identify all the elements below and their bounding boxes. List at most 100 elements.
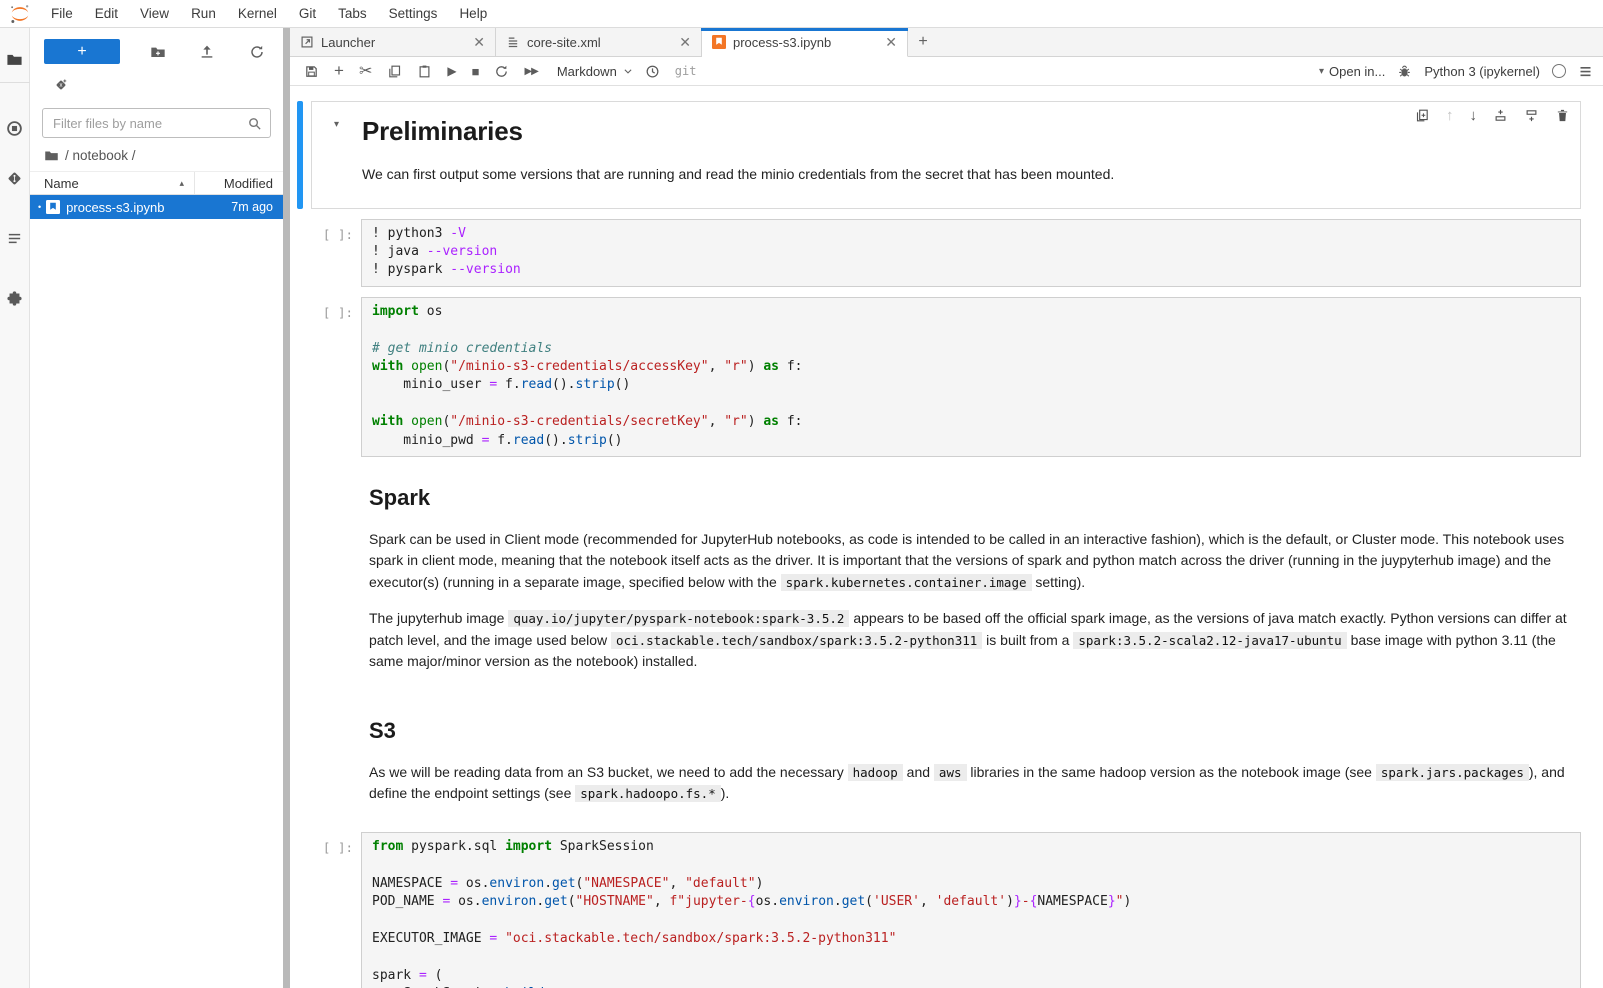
menu-run[interactable]: Run [180,6,227,21]
breadcrumb-path: / notebook / [65,148,136,163]
git-status-label: git [675,64,697,78]
save-icon[interactable] [304,64,319,79]
sort-caret-icon: ▴ [179,178,184,189]
text-file-icon [506,35,520,49]
menu-edit[interactable]: Edit [84,6,129,21]
menu-file[interactable]: File [40,6,84,21]
chevron-down-icon [623,66,633,76]
filter-files-input[interactable] [53,116,247,131]
code-editor[interactable]: ! python3 -V! java --version! pyspark --… [361,219,1581,287]
cut-cells-icon[interactable]: ✂ [359,61,372,81]
panel-resize-handle[interactable] [283,28,290,988]
code-editor[interactable]: import os # get minio credentialswith op… [361,297,1581,457]
extensions-icon[interactable] [0,281,30,315]
heading-s3: S3 [369,718,1571,744]
file-browser-icon[interactable] [0,42,30,76]
tab-core-site-xml[interactable]: core-site.xml ✕ [496,28,702,56]
restart-run-all-icon[interactable]: ▶▶ [524,66,537,77]
kernel-name-label[interactable]: Python 3 (ipykernel) [1424,64,1540,79]
open-file-dot: • [38,202,41,212]
menu-view[interactable]: View [129,6,180,21]
insert-cell-below-icon[interactable] [1524,108,1539,123]
markdown-cell-preliminaries: ▾ Preliminaries We can first output some… [290,101,1603,209]
execution-prompt: [ ]: [303,297,361,457]
file-row-process-s3[interactable]: • process-s3.ipynb 7m ago [30,195,283,219]
dock-tab-bar: Launcher ✕ core-site.xml ✕ process-s3.ip… [290,28,1603,57]
new-folder-icon[interactable] [146,40,170,64]
close-tab-icon[interactable]: ✕ [675,34,695,51]
code-cell-minio-credentials: [ ]: import os # get minio credentialswi… [290,297,1603,457]
toc-icon[interactable] [0,221,30,255]
cell-toolbar: ↑ ↓ [1415,107,1570,124]
menu-tabs[interactable]: Tabs [327,6,378,21]
close-tab-icon[interactable]: ✕ [469,34,489,51]
upload-icon[interactable] [195,40,219,64]
open-in-dropdown[interactable]: ▾ Open in... [1319,64,1385,79]
heading-preliminaries: Preliminaries [362,116,1568,147]
menu-settings[interactable]: Settings [378,6,449,21]
activity-separator [0,82,30,83]
file-name: process-s3.ipynb [66,200,231,215]
cell-collapser[interactable] [297,101,303,209]
sidebar-toggle-icon[interactable] [1578,64,1593,79]
insert-cell-above-icon[interactable] [1493,108,1508,123]
menu-bar: File Edit View Run Kernel Git Tabs Setti… [0,0,1603,28]
search-icon[interactable] [247,116,262,131]
jupyter-logo-icon [9,3,31,25]
markdown-paragraph: As we will be reading data from an S3 bu… [369,762,1571,805]
running-kernels-icon[interactable] [0,111,30,145]
duplicate-cell-icon[interactable] [1415,108,1430,123]
tab-process-s3-ipynb[interactable]: process-s3.ipynb ✕ [702,28,908,57]
execution-prompt: [ ]: [303,832,361,988]
tab-launcher[interactable]: Launcher ✕ [290,28,496,56]
markdown-cell-box[interactable]: ▾ Preliminaries We can first output some… [311,101,1581,209]
menu-help[interactable]: Help [448,6,498,21]
folder-icon [44,148,59,163]
markdown-rendered[interactable]: S3 As we will be reading data from an S3… [361,700,1581,822]
cell-type-dropdown[interactable]: Markdown [557,64,633,79]
launcher-icon [300,35,314,49]
column-header-name[interactable]: Name ▴ [30,172,195,194]
restart-kernel-icon[interactable] [494,64,509,79]
file-modified: 7m ago [231,200,273,214]
notebook-file-icon [46,200,60,214]
filter-files-box [42,108,271,138]
insert-cell-icon[interactable]: + [334,61,344,81]
markdown-cell-s3: S3 As we will be reading data from an S3… [290,700,1603,822]
caret-down-icon: ▾ [1319,66,1324,77]
copy-cells-icon[interactable] [387,64,402,79]
code-cell-versions: [ ]: ! python3 -V! java --version! pyspa… [290,219,1603,287]
markdown-rendered[interactable]: Spark Spark can be used in Client mode (… [361,467,1581,690]
code-cell-spark-session: [ ]: from pyspark.sql import SparkSessio… [290,832,1603,988]
file-browser-panel: + / notebook / Name ▴ [30,28,283,988]
heading-collapse-icon[interactable]: ▾ [312,102,360,208]
new-tab-button[interactable]: + [908,28,938,56]
interrupt-kernel-icon[interactable]: ■ [472,64,480,79]
move-cell-down-icon[interactable]: ↓ [1470,107,1478,124]
column-header-modified[interactable]: Modified [195,176,283,191]
git-clone-icon[interactable] [30,66,283,100]
code-editor[interactable]: from pyspark.sql import SparkSession NAM… [361,832,1581,988]
move-cell-up-icon[interactable]: ↑ [1446,107,1454,124]
menu-kernel[interactable]: Kernel [227,6,288,21]
kernel-status-icon [1552,64,1566,78]
activity-bar [0,28,30,988]
file-list-header: Name ▴ Modified [30,171,283,195]
git-icon[interactable] [0,161,30,195]
debugger-bug-icon[interactable] [1397,64,1412,79]
breadcrumb[interactable]: / notebook / [30,138,283,171]
menu-git[interactable]: Git [288,6,327,21]
markdown-cell-spark: Spark Spark can be used in Client mode (… [290,467,1603,690]
new-launcher-button[interactable]: + [44,39,120,64]
delete-cell-icon[interactable] [1555,108,1570,123]
execution-prompt: [ ]: [303,219,361,287]
close-tab-icon[interactable]: ✕ [881,34,901,51]
markdown-paragraph: Spark can be used in Client mode (recomm… [369,529,1571,594]
notebook-scroll-area[interactable]: ▾ Preliminaries We can first output some… [290,86,1603,988]
refresh-icon[interactable] [245,40,269,64]
run-cell-icon[interactable]: ▶ [447,64,456,78]
history-clock-icon[interactable] [645,64,660,79]
heading-spark: Spark [369,485,1571,511]
markdown-paragraph: The jupyterhub image quay.io/jupyter/pys… [369,608,1571,673]
paste-cells-icon[interactable] [417,64,432,79]
